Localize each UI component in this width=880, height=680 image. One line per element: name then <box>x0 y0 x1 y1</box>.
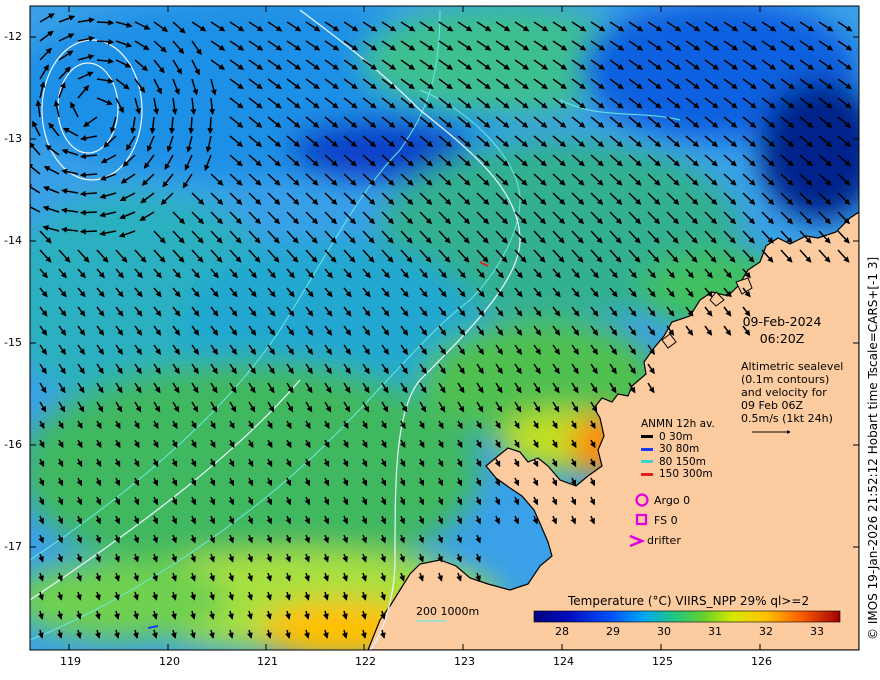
date-text: 09-Feb-2024 <box>742 314 822 329</box>
velocity-arrow <box>79 190 98 197</box>
colorbar-tick-label: 32 <box>759 625 773 638</box>
info-line: 0.5m/s (1kt 24h) <box>741 412 833 425</box>
colorbar-tick-label: 28 <box>555 625 569 638</box>
lon-tick-label: 121 <box>257 655 278 668</box>
lon-tick-label: 126 <box>751 655 772 668</box>
legend-item: 80 150m <box>641 456 715 469</box>
legend-item: 30 80m <box>641 443 715 456</box>
velocity-arrow <box>79 228 98 235</box>
legend-item: 150 300m <box>641 468 715 481</box>
argo-label: Argo 0 <box>654 494 691 507</box>
lon-tick-label: 122 <box>355 655 376 668</box>
colorbar-tick-label: 31 <box>708 625 722 638</box>
bathy-label: 200 1000m <box>416 605 480 618</box>
lon-tick-label: 119 <box>60 655 81 668</box>
copyright-text: © IMOS 19-Jan-2026 21:52:12 Hobart time … <box>866 256 880 640</box>
info-line: 09 Feb 06Z <box>741 399 803 412</box>
legend-title: ANMN 12h av. <box>641 418 715 430</box>
lat-tick-label: -17 <box>4 540 22 553</box>
lat-tick-label: -12 <box>4 30 22 43</box>
lon-tick-label: 123 <box>454 655 475 668</box>
anmn-legend: ANMN 12h av. 0 30m 30 80m 80 150m 150 30… <box>641 418 715 481</box>
lat-tick-label: -16 <box>4 438 22 451</box>
legend-item: 0 30m <box>641 431 715 444</box>
info-block: Altimetric sealevel (0.1m contours) and … <box>741 360 843 425</box>
info-line: and velocity for <box>741 386 827 399</box>
fs-label: FS 0 <box>654 514 678 527</box>
colorbar-tick-label: 29 <box>606 625 620 638</box>
lat-tick-label: -14 <box>4 234 22 247</box>
colorbar-tick-label: 33 <box>810 625 824 638</box>
colorbar-tick-label: 30 <box>657 625 671 638</box>
lat-tick-label: -13 <box>4 132 22 145</box>
lat-tick-label: -15 <box>4 336 22 349</box>
date-block: 09-Feb-2024 06:20Z <box>726 313 838 347</box>
velocity-arrow <box>96 19 115 26</box>
colorbar-title: Temperature (°C) VIIRS_NPP 29% ql>=2 <box>568 594 810 608</box>
info-line: Altimetric sealevel <box>741 360 844 373</box>
info-line: (0.1m contours) <box>741 373 830 386</box>
lon-tick-label: 124 <box>553 655 574 668</box>
lon-tick-label: 120 <box>159 655 180 668</box>
lon-tick-label: 125 <box>652 655 673 668</box>
velocity-arrow <box>207 116 214 135</box>
velocity-arrow <box>79 209 98 216</box>
time-text: 06:20Z <box>759 331 805 346</box>
colorbar <box>533 610 841 623</box>
drifter-label: drifter <box>647 534 681 547</box>
